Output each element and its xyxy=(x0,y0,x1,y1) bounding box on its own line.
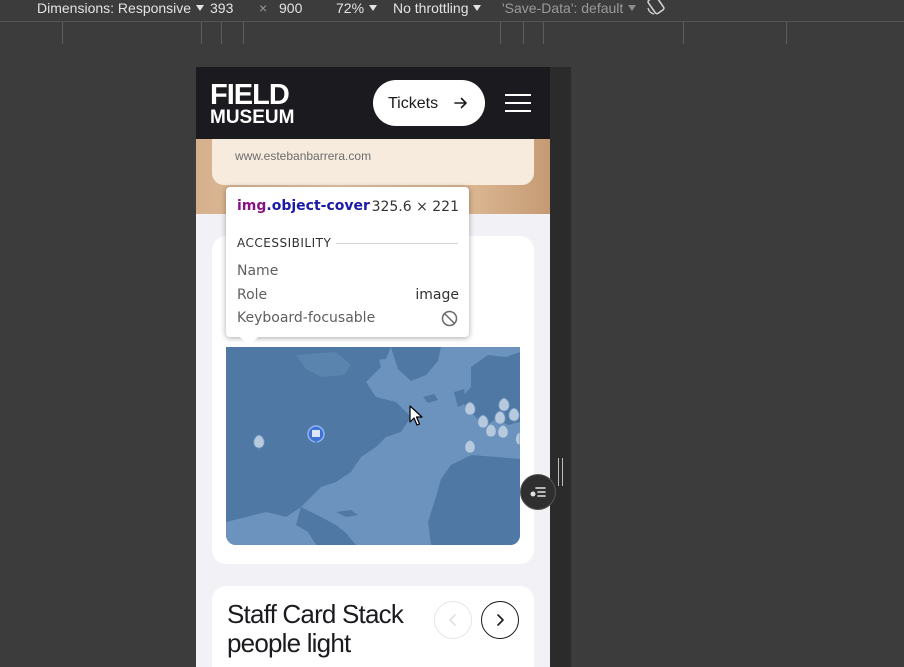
chevron-left-icon xyxy=(449,614,456,626)
save-data-label: 'Save-Data': default xyxy=(502,0,624,16)
element-tag: img xyxy=(237,198,267,214)
staff-card: Staff Card Stack people light xyxy=(212,586,534,667)
throttling-label: No throttling xyxy=(393,0,469,16)
museum-pin-icon[interactable] xyxy=(307,425,325,443)
world-map-image xyxy=(226,347,520,545)
site-header: FIELD MUSEUM Tickets xyxy=(196,67,550,139)
rotate-icon[interactable] xyxy=(645,0,667,20)
element-size: 325.6 × 221 xyxy=(371,199,459,215)
tickets-button[interactable]: Tickets xyxy=(373,80,485,126)
save-data-dropdown[interactable]: 'Save-Data': default xyxy=(502,0,637,17)
dimensions-label: Dimensions: Responsive xyxy=(37,0,192,16)
height-input[interactable]: 900 xyxy=(279,0,302,17)
dimensions-dropdown[interactable]: Dimensions: Responsive xyxy=(37,0,205,17)
mouse-cursor-icon xyxy=(409,405,423,432)
chevron-down-icon xyxy=(369,5,378,11)
media-query-ruler xyxy=(0,21,904,45)
device-frame-edge xyxy=(550,67,571,667)
carousel-prev-button[interactable] xyxy=(434,601,472,639)
accessibility-heading: ACCESSIBILITY xyxy=(237,236,332,250)
staff-card-title: Staff Card Stack people light xyxy=(227,599,404,658)
role-label: Role xyxy=(237,287,268,303)
logo-line2: MUSEUM xyxy=(210,107,295,128)
chevron-down-icon xyxy=(628,5,637,11)
divider xyxy=(336,243,458,244)
hamburger-menu-icon[interactable] xyxy=(505,94,531,112)
devtools-floating-badge[interactable] xyxy=(520,474,556,510)
tickets-label: Tickets xyxy=(388,95,439,112)
chevron-right-icon xyxy=(497,614,504,626)
times-sign: × xyxy=(259,0,268,16)
zoom-label: 72% xyxy=(336,0,365,16)
not-allowed-icon xyxy=(441,310,458,331)
zoom-dropdown[interactable]: 72% xyxy=(336,0,378,17)
image-credit: www.estebanbarrera.com xyxy=(235,149,372,163)
width-input[interactable]: 393 xyxy=(210,0,233,17)
name-label: Name xyxy=(237,263,279,279)
logo-line1: FIELD xyxy=(210,79,290,111)
inspect-tooltip: img.object-cover 325.6 × 221 ACCESSIBILI… xyxy=(226,187,469,346)
image-credit-card: www.estebanbarrera.com xyxy=(212,139,534,185)
device-toolbar: Dimensions: Responsive 393 × 900 72% No … xyxy=(0,0,904,20)
keyboard-focusable-label: Keyboard-focusable xyxy=(237,310,376,326)
element-class: .object-cover xyxy=(266,198,370,214)
element-selector: img.object-cover xyxy=(237,198,370,214)
field-museum-logo[interactable]: FIELD MUSEUM xyxy=(210,79,295,128)
arrow-right-icon xyxy=(454,97,467,109)
role-value: image xyxy=(415,287,459,303)
carousel-next-button[interactable] xyxy=(481,601,519,639)
device-viewport: FIELD MUSEUM Tickets www.estebanbarrera.… xyxy=(196,67,550,667)
resize-handle[interactable] xyxy=(558,458,563,486)
list-settings-icon xyxy=(530,487,546,497)
chevron-down-icon xyxy=(196,5,205,11)
throttling-dropdown[interactable]: No throttling xyxy=(393,0,482,17)
chevron-down-icon xyxy=(473,5,482,11)
